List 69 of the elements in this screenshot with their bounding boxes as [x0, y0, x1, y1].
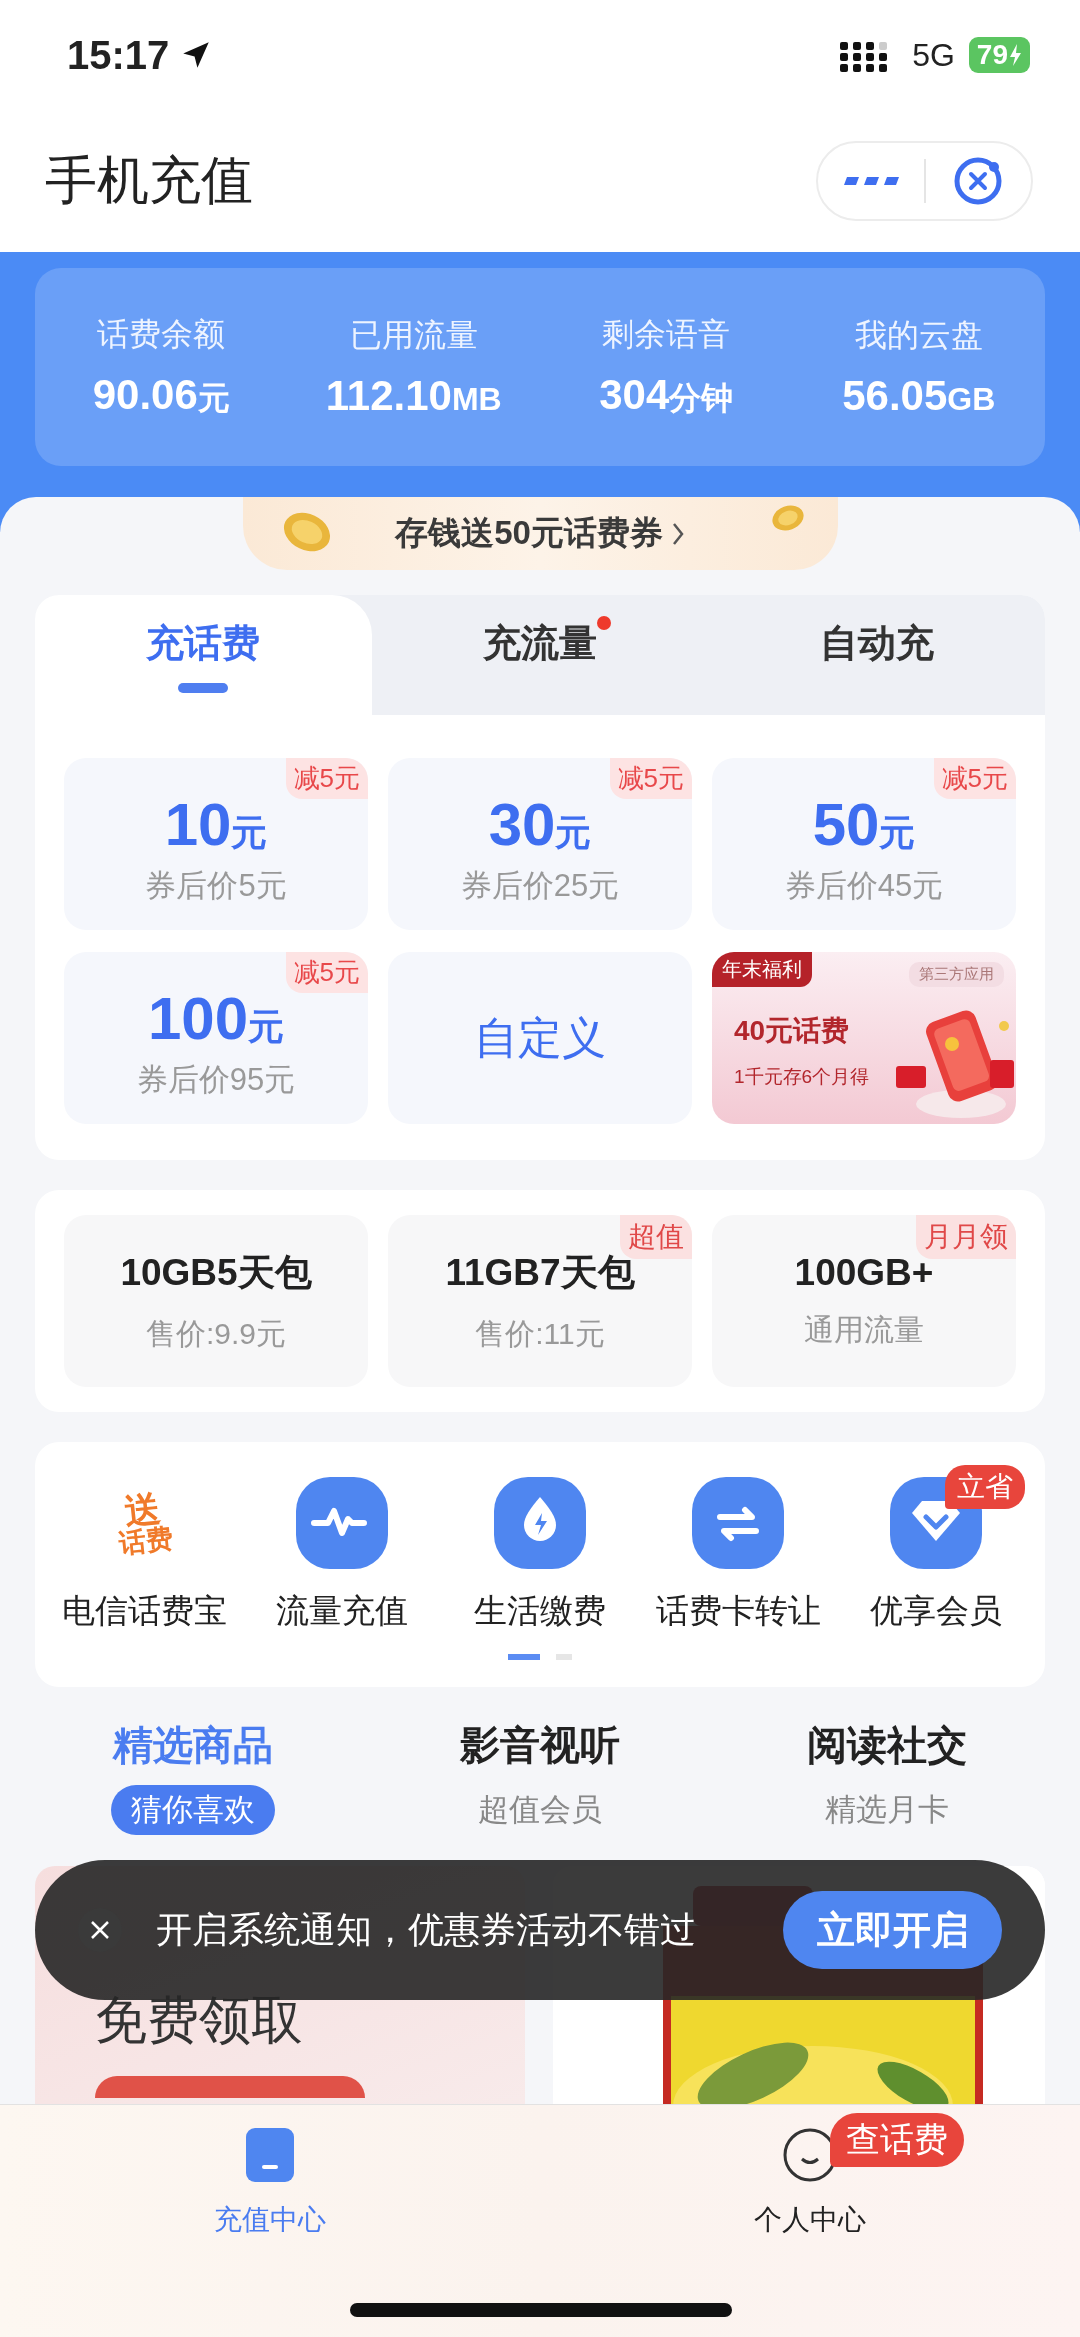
- status-time: 15:17: [67, 32, 214, 78]
- join-button[interactable]: [95, 2076, 365, 2098]
- recharge-tab[interactable]: 充流量: [371, 595, 709, 715]
- source-tag: 第三方应用: [909, 962, 1004, 987]
- corner-tag: 年末福利: [712, 952, 812, 987]
- amount-text: 50元: [812, 795, 916, 855]
- service-label[interactable]: 优享会员: [870, 1589, 1002, 1634]
- stat-label: 话费余额: [97, 315, 226, 354]
- banner-text: 存钱送50元话费券: [395, 513, 663, 553]
- data-package-option[interactable]: 超值 11GB7天包 售价:11元: [388, 1215, 692, 1387]
- package-price: 售价:11元: [475, 1315, 605, 1352]
- package-tag: 超值: [620, 1215, 692, 1259]
- network-label: 5G: [912, 36, 955, 74]
- price-text: 券后价95元: [136, 1061, 296, 1099]
- toast-message: 开启系统通知，优惠券活动不错过: [156, 1907, 697, 1952]
- page-title: 手机充值: [45, 150, 253, 211]
- swap-icon[interactable]: [692, 1477, 784, 1569]
- package-price: 通用流量: [804, 1311, 924, 1348]
- stat-label: 已用流量: [349, 316, 478, 355]
- price-text: 券后价5元: [145, 867, 287, 905]
- discount-tag: 减5元: [285, 952, 368, 993]
- recharge-tab[interactable]: 自动充: [708, 595, 1045, 715]
- discount-tag: 减5元: [933, 758, 1016, 799]
- package-name: 10GB5天包: [120, 1250, 312, 1295]
- package-price: 售价:9.9元: [145, 1315, 286, 1352]
- enable-button[interactable]: 立即开启: [783, 1891, 1002, 1969]
- category-tab[interactable]: 阅读社交 精选月卡: [713, 1717, 1060, 1836]
- amount-text: 10元: [164, 795, 268, 855]
- battery-indicator: 79: [968, 37, 1030, 73]
- package-tag: 月月领: [916, 1215, 1016, 1259]
- price-text: 券后价45元: [784, 867, 944, 905]
- amount-text: 100元: [147, 989, 285, 1049]
- category-tab[interactable]: 精选商品 猜你喜欢: [20, 1717, 367, 1836]
- ad-subtitle: 1千元存6个月得: [734, 1065, 870, 1089]
- phone-icon: [245, 2127, 295, 2183]
- stat-label: 剩余语音: [602, 315, 731, 354]
- category-tab[interactable]: 影音视听 超值会员: [366, 1717, 714, 1836]
- amount-option[interactable]: 减5元 100元 券后价95元: [64, 952, 368, 1124]
- service-label[interactable]: 话费卡转让: [655, 1589, 821, 1634]
- amount-option[interactable]: 减5元 30元 券后价25元: [388, 758, 692, 930]
- stat-value: 112.10MB: [325, 372, 502, 420]
- drop-icon[interactable]: [494, 1477, 586, 1569]
- promo-text: 免费领取: [95, 1990, 304, 2051]
- amount-option[interactable]: 减5元 10元 券后价5元: [64, 758, 368, 930]
- data-package-option[interactable]: 10GB5天包 售价:9.9元: [64, 1215, 368, 1387]
- more-icon[interactable]: [842, 175, 899, 187]
- nav-tab[interactable]: 充值中心: [0, 2105, 540, 2337]
- stat-value: 304分钟: [599, 371, 734, 420]
- ad-card[interactable]: 年末福利 第三方应用 40元话费 1千元存6个月得: [712, 952, 1016, 1124]
- service-label[interactable]: 电信话费宝: [61, 1589, 227, 1634]
- pulse-icon[interactable]: [296, 1477, 388, 1569]
- stat-value: 90.06元: [92, 371, 230, 420]
- promo-banner[interactable]: 存钱送50元话费券: [242, 497, 838, 570]
- amount-text: 30元: [488, 795, 592, 855]
- ad-title: 40元话费: [734, 1014, 850, 1048]
- amount-option[interactable]: 减5元 50元 券后价45元: [712, 758, 1016, 930]
- close-icon: [89, 1919, 111, 1941]
- service-badge: 立省: [945, 1465, 1025, 1509]
- service-label[interactable]: 流量充值: [276, 1589, 408, 1634]
- nav-badge: 查话费: [830, 2113, 964, 2167]
- discount-tag: 减5元: [609, 758, 692, 799]
- service-label[interactable]: 生活缴费: [474, 1589, 606, 1634]
- stat-label: 我的云盘: [854, 316, 983, 355]
- custom-amount-button[interactable]: 自定义: [388, 952, 692, 1124]
- stat-value: 56.05GB: [842, 372, 996, 420]
- recharge-tab[interactable]: 充话费: [35, 595, 372, 715]
- discount-tag: 减5元: [285, 758, 368, 799]
- price-text: 券后价25元: [460, 867, 620, 905]
- data-package-option[interactable]: 月月领 100GB+ 通用流量: [712, 1215, 1016, 1387]
